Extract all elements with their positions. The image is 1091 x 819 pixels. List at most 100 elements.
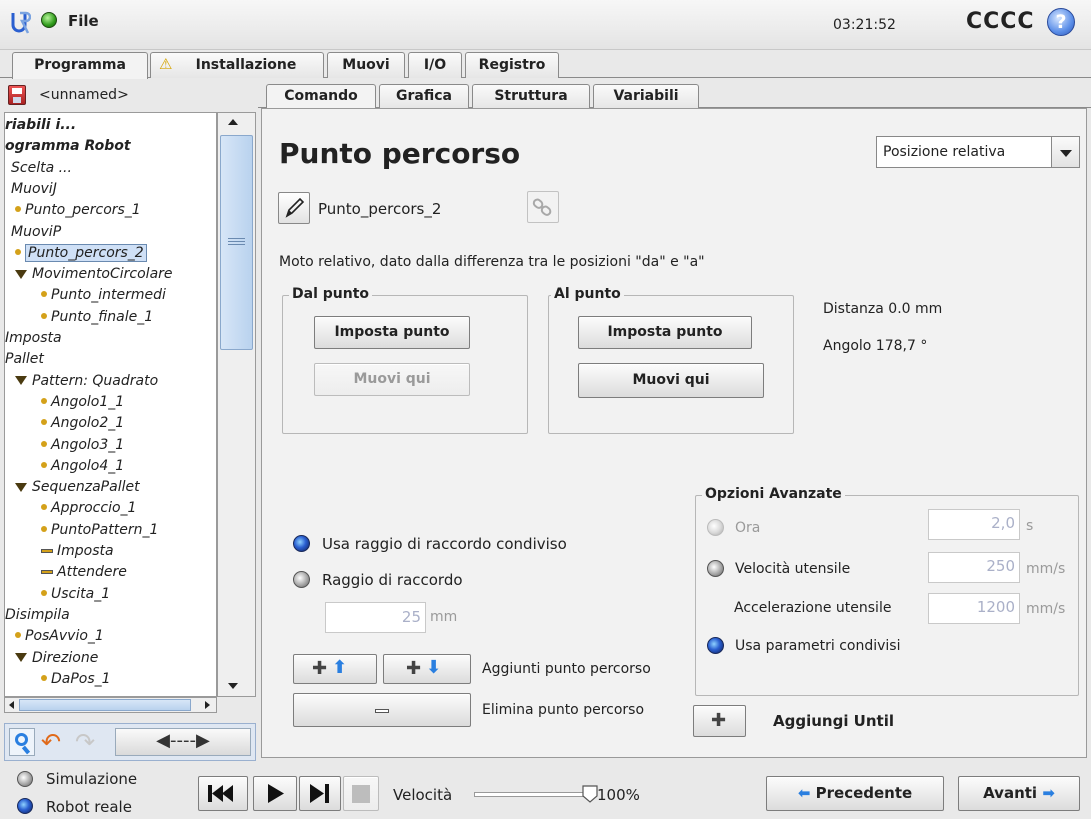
tree-item[interactable]: PuntoPattern_1 — [5, 520, 158, 541]
simulation-label: Simulazione — [46, 770, 138, 788]
tree-item[interactable]: PosAvvio_1 — [5, 626, 104, 647]
tree-item[interactable]: DaPos_1 — [5, 669, 111, 690]
add-waypoint-after-button[interactable]: ✚ ⬇ — [383, 654, 471, 684]
tree-item[interactable]: Punto_percors_1 — [5, 200, 141, 221]
tab-installazione[interactable]: ⚠ Installazione — [150, 52, 324, 78]
add-until-button[interactable]: ✚ — [693, 705, 746, 737]
to-move-here-button[interactable]: Muovi qui — [578, 363, 764, 398]
edit-name-button[interactable] — [278, 192, 310, 224]
search-icon[interactable] — [9, 728, 35, 756]
previous-button[interactable]: ⬅ Precedente — [766, 776, 944, 811]
blend-shared-radio[interactable] — [293, 535, 310, 552]
step-button[interactable] — [299, 776, 341, 811]
tree-item[interactable]: Punto_finale_1 — [5, 307, 153, 328]
real-robot-radio[interactable] — [17, 798, 33, 814]
save-icon[interactable] — [8, 85, 26, 105]
tree-item[interactable]: Angolo1_1 — [5, 392, 124, 413]
tree-item[interactable]: Angolo2_1 — [5, 413, 124, 434]
move-node-button[interactable]: ◀----▶ — [115, 728, 251, 756]
tree-item[interactable]: Imposta — [5, 328, 62, 349]
blend-radius-input[interactable]: 25 — [325, 602, 426, 633]
h-scroll-thumb[interactable] — [19, 699, 191, 711]
tree-item[interactable]: MovimentoCircolare — [5, 264, 173, 285]
to-set-point-button[interactable]: Imposta punto — [578, 316, 752, 349]
to-point-legend: Al punto — [551, 286, 624, 302]
tool-speed-radio[interactable] — [707, 560, 724, 577]
tree-item[interactable]: Angolo4_1 — [5, 456, 124, 477]
shared-params-radio[interactable] — [707, 637, 724, 654]
tree-item[interactable]: Imposta — [5, 541, 114, 562]
tree-item[interactable]: Disimpila — [5, 605, 70, 626]
undo-icon[interactable]: ↶ — [41, 730, 71, 756]
tab-muovi[interactable]: Muovi — [327, 52, 405, 78]
tab-programma[interactable]: Programma — [12, 52, 148, 79]
add-until-label: Aggiungi Until — [773, 712, 894, 730]
help-icon[interactable]: ? — [1047, 8, 1075, 36]
tree-item[interactable]: Attendere — [5, 562, 127, 583]
delete-waypoint-button[interactable] — [293, 693, 471, 727]
tab-grafica[interactable]: Grafica — [379, 84, 469, 108]
link-button[interactable] — [527, 191, 559, 223]
simulation-radio[interactable] — [17, 771, 33, 787]
tab-comando[interactable]: Comando — [266, 84, 376, 109]
tree-item[interactable]: ogramma Robot — [5, 136, 131, 157]
add-waypoint-before-button[interactable]: ✚ ⬆ — [293, 654, 377, 684]
tool-accel-input[interactable]: 1200 — [928, 593, 1020, 624]
tree-item-label: Imposta — [5, 330, 62, 346]
speed-slider-track[interactable] — [474, 792, 592, 797]
from-point-legend: Dal punto — [289, 286, 373, 302]
from-move-here-button[interactable]: Muovi qui — [314, 363, 470, 396]
tree-item[interactable]: Angolo3_1 — [5, 435, 124, 456]
tree-item[interactable]: MuoviP — [5, 222, 61, 243]
scroll-right-icon[interactable] — [205, 701, 210, 709]
scroll-thumb[interactable] — [220, 135, 253, 350]
expand-icon[interactable] — [15, 653, 27, 662]
tree-item[interactable]: SequenzaPallet — [5, 477, 140, 498]
skip-start-icon — [208, 785, 233, 802]
next-label: Avanti — [983, 784, 1038, 802]
tab-io[interactable]: I/O — [408, 52, 462, 78]
expand-icon[interactable] — [15, 269, 27, 279]
tab-variabili[interactable]: Variabili — [593, 84, 699, 108]
blend-radius-radio[interactable] — [293, 571, 310, 588]
program-name: <unnamed> — [39, 87, 129, 103]
blend-radius-label: Raggio di raccordo — [322, 571, 463, 589]
scroll-down-icon[interactable] — [228, 683, 238, 689]
tree-item[interactable]: Punto_intermedi — [5, 285, 166, 306]
waypoint-icon — [41, 397, 47, 404]
dropdown-arrow-icon[interactable] — [1051, 137, 1079, 167]
tree-item[interactable]: riabili i... — [5, 115, 76, 136]
expand-icon[interactable] — [15, 482, 27, 492]
tree-vertical-scrollbar[interactable] — [217, 112, 256, 697]
waypoint-icon — [15, 632, 21, 639]
arrow-down-icon: ⬇ — [426, 657, 442, 678]
description-text: Moto relativo, dato dalla differenza tra… — [279, 254, 705, 270]
program-tree: riabili i... ogramma Robot Scelta ... Muovi… — [4, 112, 217, 697]
time-input[interactable]: 2,0 — [928, 509, 1020, 540]
tool-speed-input[interactable]: 250 — [928, 552, 1020, 583]
tree-item[interactable]: Punto_percors_2 — [5, 243, 147, 264]
tree-item[interactable]: Scelta ... — [5, 158, 72, 179]
tree-item[interactable]: MuoviJ — [5, 179, 57, 200]
mode-dropdown[interactable]: Posizione relativa — [876, 136, 1080, 168]
scroll-up-icon[interactable] — [228, 119, 238, 125]
rewind-button[interactable] — [198, 776, 248, 811]
file-menu[interactable]: File — [68, 12, 99, 30]
time-radio[interactable] — [707, 519, 724, 536]
tree-item[interactable]: Approccio_1 — [5, 498, 136, 519]
tab-struttura[interactable]: Struttura — [472, 84, 590, 108]
expand-icon[interactable] — [15, 376, 27, 386]
tree-item[interactable]: Uscita_1 — [5, 584, 110, 605]
scroll-left-icon[interactable] — [9, 701, 14, 709]
tree-item[interactable]: Pallet — [5, 349, 44, 370]
tree-item[interactable]: Direzione — [5, 648, 98, 669]
tree-horizontal-scrollbar[interactable] — [4, 697, 217, 713]
next-button[interactable]: Avanti ➡ — [958, 776, 1080, 811]
play-button[interactable] — [253, 776, 297, 811]
redo-icon[interactable]: ↷ — [75, 730, 105, 756]
stop-button[interactable] — [343, 776, 379, 811]
from-set-point-button[interactable]: Imposta punto — [314, 316, 470, 349]
tab-registro[interactable]: Registro — [465, 52, 559, 78]
tree-item[interactable]: Pattern: Quadrato — [5, 371, 158, 392]
chain-link-icon — [532, 198, 552, 216]
